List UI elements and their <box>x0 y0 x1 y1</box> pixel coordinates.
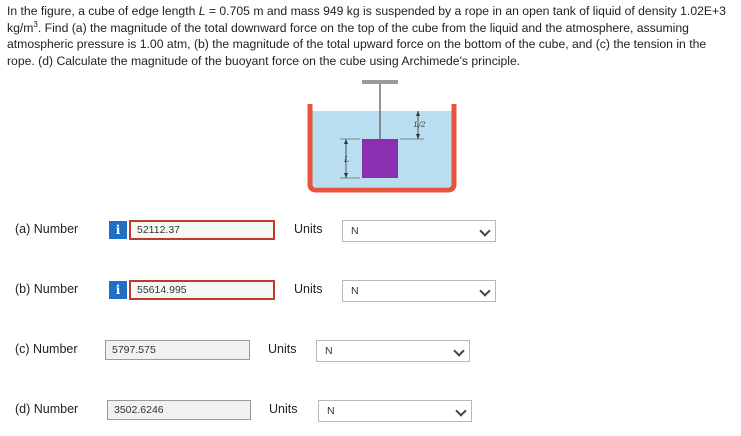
number-input-b[interactable]: 55614.995 <box>129 280 275 300</box>
row-label: (c) Number <box>15 342 78 356</box>
number-input-c[interactable]: 5797.575 <box>105 340 250 360</box>
number-input-a[interactable]: 52112.37 <box>129 220 275 240</box>
number-input-d[interactable]: 3502.6246 <box>107 400 251 420</box>
answer-row-b: (b) Number i 55614.995 Units N <box>0 278 741 302</box>
tank-diagram: L L/2 <box>307 80 457 193</box>
chevron-down-icon <box>479 285 491 297</box>
units-label: Units <box>269 402 298 416</box>
units-value: N <box>325 345 333 357</box>
row-label: (a) Number <box>15 222 79 236</box>
info-icon[interactable]: i <box>109 281 127 299</box>
row-label: (d) Number <box>15 402 79 416</box>
chevron-down-icon <box>453 345 465 357</box>
units-value: N <box>351 285 359 297</box>
problem-statement: In the figure, a cube of edge length L =… <box>7 3 735 69</box>
answer-row-c: (c) Number 5797.575 Units N <box>0 338 741 362</box>
units-label: Units <box>294 222 323 236</box>
problem-text-1: In the figure, a cube of edge length <box>7 4 199 18</box>
edge-label: L <box>343 155 349 164</box>
info-icon[interactable]: i <box>109 221 127 239</box>
answer-row-d: (d) Number 3502.6246 Units N <box>0 398 741 422</box>
units-value: N <box>327 405 335 417</box>
chevron-down-icon <box>455 405 467 417</box>
cube-in-tank-figure: L L/2 <box>300 80 460 200</box>
answer-row-a: (a) Number i 52112.37 Units N <box>0 218 741 242</box>
depth-label: L/2 <box>413 121 426 129</box>
chevron-down-icon <box>479 225 491 237</box>
units-select-c[interactable]: N <box>316 340 470 362</box>
units-label: Units <box>268 342 297 356</box>
units-select-a[interactable]: N <box>342 220 496 242</box>
units-label: Units <box>294 282 323 296</box>
units-value: N <box>351 225 359 237</box>
units-select-b[interactable]: N <box>342 280 496 302</box>
row-label: (b) Number <box>15 282 79 296</box>
cube <box>362 139 398 178</box>
problem-text-3: . Find (a) the magnitude of the total do… <box>7 20 707 68</box>
units-select-d[interactable]: N <box>318 400 472 422</box>
edge-symbol: L <box>198 4 206 18</box>
ceiling-bar <box>362 80 398 84</box>
